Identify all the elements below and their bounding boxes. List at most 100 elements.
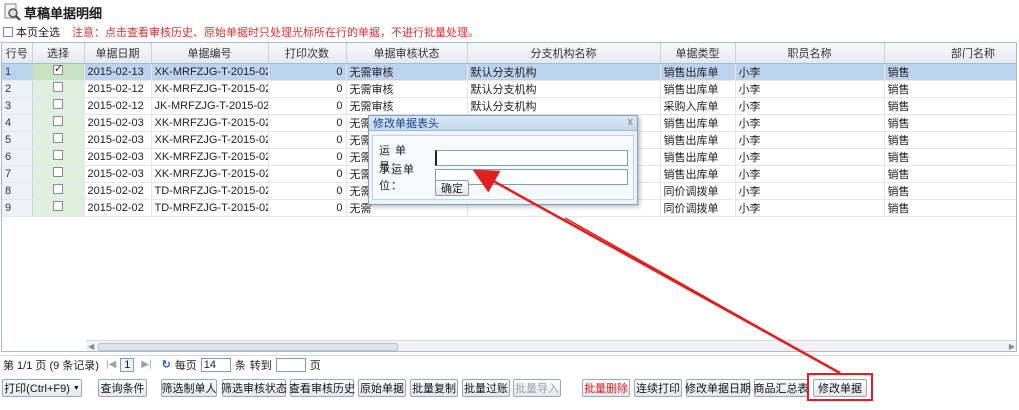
- cell-type: 销售出库单: [660, 114, 736, 132]
- row-checkbox[interactable]: [53, 150, 63, 160]
- cell-code: TD-MRFZJG-T-2015-02-0: [151, 199, 269, 217]
- row-select-cell[interactable]: [32, 131, 85, 149]
- filter-audit-status-button[interactable]: 筛选审核状态: [221, 379, 287, 397]
- cell-staff: 小李: [735, 97, 885, 115]
- batch-delete-button[interactable]: 批量删除: [582, 379, 630, 397]
- cell-status: 无需审核: [346, 97, 468, 115]
- row-select-cell[interactable]: [32, 97, 85, 115]
- row-select-cell[interactable]: [32, 63, 85, 81]
- col-header-dept[interactable]: 部门名称: [884, 43, 1016, 64]
- cell-date: 2015-02-13: [84, 63, 152, 81]
- col-header-code[interactable]: 单据编号: [151, 43, 269, 64]
- cell-prints: 0: [268, 80, 347, 98]
- cell-code: XK-MRFZJG-T-2015-02-0: [151, 114, 269, 132]
- cell-staff: 小李: [735, 182, 885, 200]
- last-page-icon[interactable]: ▶|: [141, 359, 151, 370]
- first-page-icon[interactable]: |◀: [106, 359, 116, 370]
- col-header-select[interactable]: 选择: [32, 43, 85, 64]
- row-checkbox[interactable]: [53, 184, 63, 194]
- filter-creator-button[interactable]: 筛选制单人: [161, 379, 217, 397]
- query-conditions-button[interactable]: 查询条件: [98, 379, 147, 397]
- pager: 第 1/1 页 (9 条记录) |◀ 1 ▶| ↻ 每页 14 条 转到 页: [0, 355, 1019, 373]
- cell-status: 无需审核: [346, 63, 468, 81]
- select-all-checkbox[interactable]: 本页全选: [3, 24, 60, 40]
- dialog-body: 运 单 号： 承运单位： 确定: [372, 135, 634, 200]
- current-page[interactable]: 1: [120, 357, 135, 372]
- row-select-cell[interactable]: [32, 80, 85, 98]
- cell-type: 销售出库单: [660, 165, 736, 183]
- cell-branch: 默认分支机构: [467, 97, 661, 115]
- row-number: 7: [2, 165, 33, 183]
- row-checkbox[interactable]: [53, 63, 63, 75]
- col-header-branch[interactable]: 分支机构名称: [467, 43, 661, 64]
- row-checkbox[interactable]: [53, 82, 63, 92]
- cell-date: 2015-02-03: [84, 148, 152, 166]
- cell-dept: 销售: [884, 199, 1016, 217]
- table-row[interactable]: 1 2015-02-13XK-MRFZJG-T-2015-02-10无需审核默认分…: [2, 63, 1016, 81]
- close-icon[interactable]: x: [628, 116, 634, 128]
- row-select-cell[interactable]: [32, 182, 85, 200]
- table-row[interactable]: 3 2015-02-12 JK-MRFZJG-T-2015-02-1 0 无需审核 默认分…: [2, 97, 1016, 115]
- pager-summary: 第 1/1 页 (9 条记录): [3, 359, 99, 372]
- scroll-right-icon[interactable]: ▶: [1009, 342, 1015, 351]
- row-checkbox[interactable]: [53, 201, 63, 211]
- goto-input[interactable]: [275, 357, 306, 372]
- continuous-print-button[interactable]: 连续打印: [634, 379, 682, 397]
- batch-post-button[interactable]: 批量过账: [462, 379, 510, 397]
- cell-code: JK-MRFZJG-T-2015-02-1: [151, 97, 269, 115]
- cell-prints: 0: [268, 148, 347, 166]
- row-number: 8: [2, 182, 33, 200]
- row-select-cell[interactable]: [32, 165, 85, 183]
- cell-date: 2015-02-12: [84, 80, 152, 98]
- goods-summary-button[interactable]: 商品汇总表: [754, 379, 809, 397]
- goto-label: 转到: [249, 359, 272, 372]
- row-select-cell[interactable]: [32, 199, 85, 217]
- scroll-left-icon[interactable]: ◀: [88, 342, 94, 351]
- col-header-row-no[interactable]: 行号: [2, 43, 33, 64]
- view-audit-history-button[interactable]: 查看审核历史: [289, 379, 355, 397]
- row-number: 3: [2, 97, 33, 115]
- notice-bar: 本页全选 注意：点击查看审核历史、原始单据时只处理光标所在行的单据，不进行批量处…: [0, 24, 1019, 40]
- cell-type: 同价调拨单: [660, 182, 736, 200]
- cell-prints: 0: [268, 131, 347, 149]
- notice-text: 注意：点击查看审核历史、原始单据时只处理光标所在行的单据，不进行批量处理。: [72, 27, 479, 39]
- checkbox-icon[interactable]: [3, 27, 13, 37]
- carrier-row: 承运单位：: [379, 161, 628, 193]
- col-header-prints[interactable]: 打印次数: [268, 43, 347, 64]
- ok-button[interactable]: 确定: [435, 180, 469, 196]
- cell-prints: 0: [268, 165, 347, 183]
- row-select-cell[interactable]: [32, 114, 85, 132]
- row-checkbox[interactable]: [53, 99, 63, 109]
- print-label: 打印(Ctrl+F9): [4, 383, 70, 395]
- cell-prints: 0: [268, 63, 347, 81]
- batch-copy-button[interactable]: 批量复制: [410, 379, 458, 397]
- col-header-status[interactable]: 单据审核状态: [346, 43, 468, 64]
- table-row[interactable]: 2 2015-02-12XK-MRFZJG-T-2015-02-10无需审核默认分…: [2, 80, 1016, 98]
- cell-date: 2015-02-03: [84, 165, 152, 183]
- cell-date: 2015-02-03: [84, 131, 152, 149]
- chevron-down-icon: ▼: [72, 384, 80, 392]
- cell-code: XK-MRFZJG-T-2015-02-0: [151, 131, 269, 149]
- cell-code: XK-MRFZJG-T-2015-02-1: [151, 63, 269, 81]
- modify-date-button[interactable]: 修改单据日期: [685, 379, 751, 397]
- cell-prints: 0: [268, 182, 347, 200]
- col-header-date[interactable]: 单据日期: [84, 43, 152, 64]
- cell-type: 销售出库单: [660, 148, 736, 166]
- original-document-button[interactable]: 原始单据: [358, 379, 406, 397]
- col-header-staff[interactable]: 职员名称: [735, 43, 885, 64]
- row-checkbox[interactable]: [53, 116, 63, 126]
- horizontal-scrollbar[interactable]: ◀ ▶: [86, 340, 1016, 351]
- refresh-icon[interactable]: ↻: [162, 358, 171, 371]
- title-bar: 草稿单据明细: [0, 0, 1019, 24]
- print-button[interactable]: 打印(Ctrl+F9) ▼: [2, 379, 82, 397]
- cell-staff: 小李: [735, 199, 885, 217]
- row-checkbox[interactable]: [53, 167, 63, 177]
- col-header-type[interactable]: 单据类型: [660, 43, 736, 64]
- scrollbar-thumb[interactable]: [98, 343, 398, 351]
- per-page-input[interactable]: 14: [200, 357, 231, 372]
- row-select-cell[interactable]: [32, 148, 85, 166]
- cell-dept: 销售: [884, 165, 1016, 183]
- batch-import-button[interactable]: 批量导入: [513, 379, 561, 397]
- cell-staff: 小李: [735, 114, 885, 132]
- row-checkbox[interactable]: [53, 133, 63, 143]
